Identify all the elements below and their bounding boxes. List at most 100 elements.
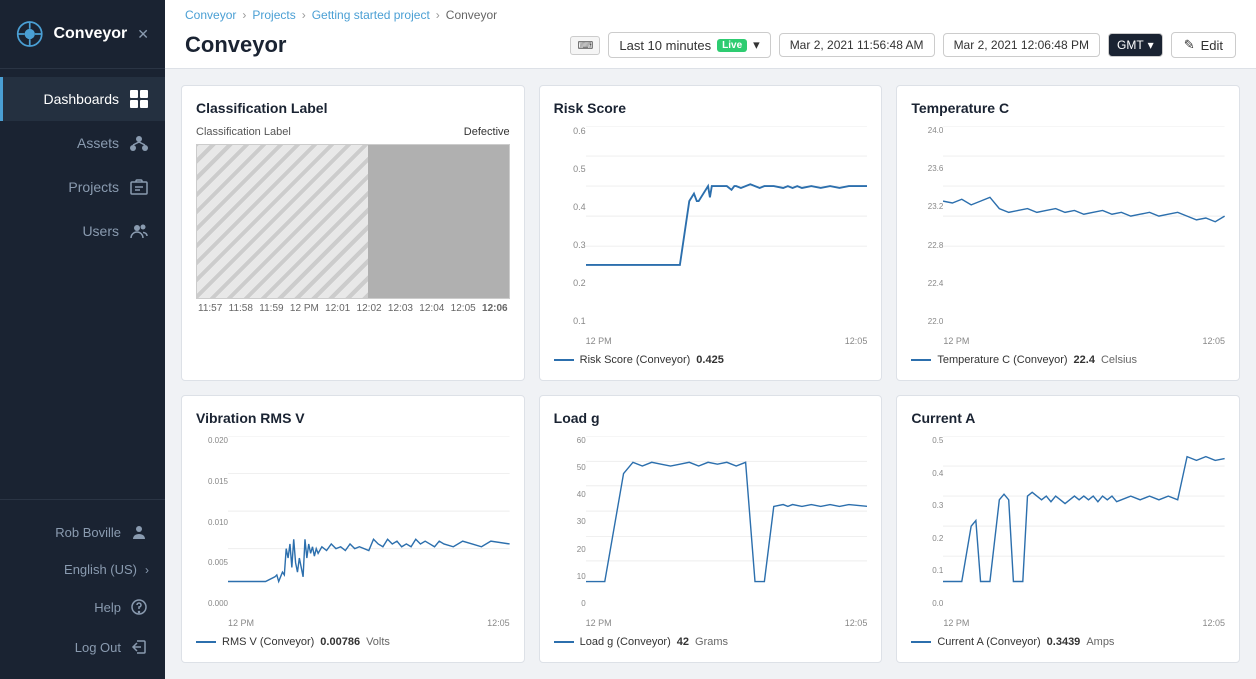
vibration-unit: Volts [366,636,390,648]
current-x-axis: 12 PM 12:05 [943,618,1225,628]
logout-button[interactable]: Log Out [0,627,165,667]
time-range-button[interactable]: Last 10 minutes Live ▾ [608,32,770,58]
sidebar-item-assets[interactable]: Assets [0,121,165,165]
current-svg [943,436,1225,586]
temperature-value: 22.4 [1074,354,1095,366]
risk-score-svg [586,126,868,276]
current-chart-area: 0.5 0.4 0.3 0.2 0.1 0.0 [911,436,1225,628]
language-selector[interactable]: English (US) › [0,552,165,587]
load-footer: Load g (Conveyor) 42 Grams [554,636,868,648]
temperature-y-axis: 24.0 23.6 23.2 22.8 22.4 22.0 [911,126,943,326]
classification-chart [196,144,510,299]
breadcrumb-current: Conveyor [446,8,497,22]
temperature-chart-inner [943,126,1225,326]
temperature-legend-line [911,359,931,361]
risk-score-card: Risk Score 0.6 0.5 0.4 0.3 0.2 0.1 [539,85,883,381]
conveyor-logo-icon [16,18,43,50]
temperature-card-title: Temperature C [911,100,1225,116]
sidebar-bottom: Rob Boville English (US) › Help [0,499,165,679]
projects-icon [129,177,149,197]
breadcrumb-getting-started[interactable]: Getting started project [312,8,430,22]
header: Conveyor › Projects › Getting started pr… [165,0,1256,69]
breadcrumb: Conveyor › Projects › Getting started pr… [185,0,1236,26]
header-controls: ⌨ Last 10 minutes Live ▾ Mar 2, 2021 11:… [570,32,1236,58]
breadcrumb-projects[interactable]: Projects [252,8,295,22]
edit-button[interactable]: ✎ Edit [1171,32,1236,58]
sidebar: Conveyor ✕ Dashboards Assets [0,0,165,679]
current-value: 0.3439 [1047,636,1081,648]
assets-icon [129,133,149,153]
sidebar-item-users[interactable]: Users [0,209,165,253]
user-avatar-icon [129,522,149,542]
vibration-x-axis: 12 PM 12:05 [228,618,510,628]
users-icon [129,221,149,241]
classification-header: Classification Label Defective [196,126,510,138]
help-icon [129,597,149,617]
load-card-title: Load g [554,410,868,426]
chevron-right-icon: › [145,563,149,577]
current-chart-inner [943,436,1225,608]
vibration-footer: RMS V (Conveyor) 0.00786 Volts [196,636,510,648]
risk-score-legend-line [554,359,574,361]
temperature-card: Temperature C 24.0 23.6 23.2 22.8 22.4 2… [896,85,1240,381]
risk-score-y-axis: 0.6 0.5 0.4 0.3 0.2 0.1 [554,126,586,326]
breadcrumb-sep-1: › [242,8,246,22]
current-footer: Current A (Conveyor) 0.3439 Amps [911,636,1225,648]
datetime-start: Mar 2, 2021 11:56:48 AM [779,33,935,57]
vibration-legend-line [196,641,216,643]
vibration-chart-area: 0.020 0.015 0.010 0.005 0.000 [196,436,510,628]
classification-time-axis: 11:57 11:58 11:59 12 PM 12:01 12:02 12:0… [196,303,510,314]
load-chart-inner [586,436,868,608]
main-content: Conveyor › Projects › Getting started pr… [165,0,1256,679]
temperature-svg [943,126,1225,276]
load-legend-line [554,641,574,643]
classification-card: Classification Label Classification Labe… [181,85,525,381]
current-card-title: Current A [911,410,1225,426]
stripe-normal-section [197,145,368,298]
edit-icon: ✎ [1184,37,1195,53]
app-name: Conveyor [53,25,127,43]
risk-score-card-title: Risk Score [554,100,868,116]
load-svg [586,436,868,586]
chevron-down-icon: ▾ [753,37,760,53]
user-info: Rob Boville [0,512,165,552]
risk-score-chart-area: 0.6 0.5 0.4 0.3 0.2 0.1 [554,126,868,346]
sidebar-item-projects[interactable]: Projects [0,165,165,209]
stripe-defective-section [368,145,508,298]
vibration-y-axis: 0.020 0.015 0.010 0.005 0.000 [196,436,228,608]
temperature-footer: Temperature C (Conveyor) 22.4 Celsius [911,354,1225,366]
vibration-card: Vibration RMS V 0.020 0.015 0.010 0.005 … [181,395,525,663]
breadcrumb-sep-3: › [436,8,440,22]
risk-score-value: 0.425 [696,354,724,366]
load-card: Load g 60 50 40 30 20 10 0 [539,395,883,663]
vibration-svg [228,436,510,586]
classification-card-title: Classification Label [196,100,510,116]
chevron-down-icon-tz: ▾ [1148,38,1154,52]
dashboard-grid: Classification Label Classification Labe… [165,69,1256,679]
live-badge: Live [717,39,747,52]
current-y-axis: 0.5 0.4 0.3 0.2 0.1 0.0 [911,436,943,608]
grid-icon [129,89,149,109]
vibration-card-title: Vibration RMS V [196,410,510,426]
header-row: Conveyor ⌨ Last 10 minutes Live ▾ Mar 2,… [185,26,1236,68]
risk-score-footer: Risk Score (Conveyor) 0.425 [554,354,868,366]
load-value: 42 [677,636,689,648]
sidebar-nav: Dashboards Assets [0,69,165,499]
timezone-button[interactable]: GMT ▾ [1108,33,1163,57]
breadcrumb-conveyor[interactable]: Conveyor [185,8,236,22]
temperature-x-axis: 12 PM 12:05 [943,336,1225,346]
current-unit: Amps [1086,636,1114,648]
load-x-axis: 12 PM 12:05 [586,618,868,628]
risk-score-chart-inner [586,126,868,326]
temperature-unit: Celsius [1101,354,1137,366]
risk-score-x-axis: 12 PM 12:05 [586,336,868,346]
breadcrumb-sep-2: › [302,8,306,22]
close-icon[interactable]: ✕ [137,26,149,43]
load-y-axis: 60 50 40 30 20 10 0 [554,436,586,608]
sidebar-item-dashboards[interactable]: Dashboards [0,77,165,121]
page-title: Conveyor [185,32,286,58]
help-link[interactable]: Help [0,587,165,627]
current-legend-line [911,641,931,643]
load-unit: Grams [695,636,728,648]
vibration-chart-inner [228,436,510,608]
